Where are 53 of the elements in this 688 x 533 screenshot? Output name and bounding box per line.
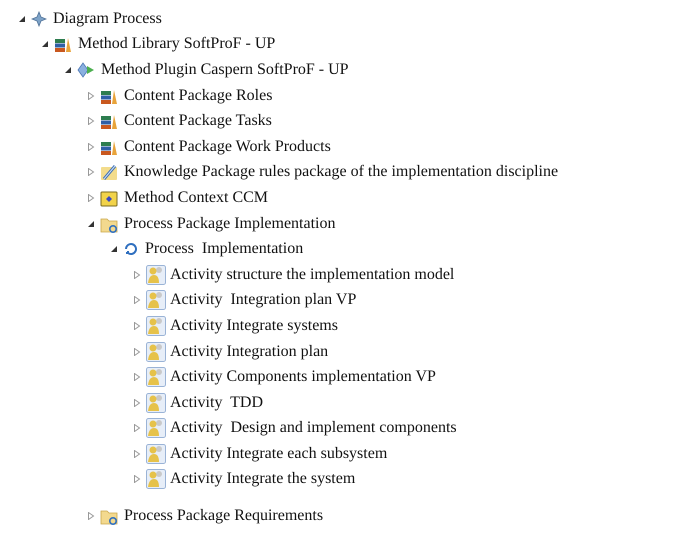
expand-arrow-icon[interactable] — [87, 168, 95, 176]
expand-arrow-icon[interactable] — [87, 512, 95, 520]
plugin-icon — [77, 60, 95, 79]
tree-item-label[interactable]: Activity Integrate each subsystem — [170, 444, 388, 463]
people-icon — [146, 367, 166, 388]
cycle-icon — [123, 241, 139, 258]
tree-item-label[interactable]: Activity structure the implementation model — [170, 266, 454, 284]
people-icon — [146, 392, 166, 413]
expand-arrow-icon[interactable] — [87, 194, 95, 202]
collapse-arrow-icon[interactable] — [87, 220, 95, 228]
tree-item-label[interactable]: Content Package Tasks — [124, 112, 272, 130]
people-icon — [146, 316, 166, 336]
tree-item-label[interactable]: Process Package Requirements — [124, 507, 324, 526]
tree-item-label[interactable]: Activity Integrate the system — [170, 470, 356, 488]
collapse-arrow-icon[interactable] — [18, 14, 26, 23]
people-icon — [146, 469, 166, 490]
tree-item-label[interactable]: Activity TDD — [170, 394, 264, 412]
context-folder-icon — [100, 188, 118, 207]
expand-arrow-icon[interactable] — [133, 348, 141, 356]
expand-arrow-icon[interactable] — [133, 398, 141, 407]
collapse-arrow-icon[interactable] — [64, 66, 72, 74]
collapse-arrow-icon[interactable] — [110, 245, 118, 254]
tree-item-label[interactable]: Content Package Roles — [124, 86, 272, 105]
people-icon — [146, 418, 166, 438]
tree-item-label[interactable]: Activity Integrate systems — [170, 316, 338, 335]
expand-arrow-icon[interactable] — [133, 450, 141, 458]
tree-item-label[interactable]: Knowledge Package rules package of the implementation discipline — [124, 163, 558, 182]
expand-arrow-icon[interactable] — [87, 142, 95, 151]
tree-item-label[interactable]: Process Implementation — [145, 240, 304, 258]
expand-arrow-icon[interactable] — [133, 424, 141, 432]
tree-item-label[interactable]: Activity Integration plan — [170, 342, 328, 361]
people-icon — [146, 290, 166, 310]
expand-arrow-icon[interactable] — [133, 373, 141, 382]
expand-arrow-icon[interactable] — [133, 296, 141, 304]
tree-item-label[interactable]: Method Library SoftProF - UP — [78, 35, 276, 54]
expand-arrow-icon[interactable] — [133, 475, 141, 484]
tree-item-label[interactable]: Diagram Process — [53, 10, 162, 28]
tree-item-label[interactable]: Process Package Implementation — [124, 214, 336, 233]
pencil-folder-icon — [100, 163, 118, 182]
expand-arrow-icon[interactable] — [133, 322, 141, 330]
people-icon — [146, 342, 166, 362]
people-icon — [146, 444, 166, 464]
tree-item-label[interactable]: Method Context CCM — [124, 188, 268, 207]
tree-item-label[interactable]: Method Plugin Caspern SoftProF - UP — [101, 60, 349, 79]
expand-arrow-icon[interactable] — [87, 92, 95, 100]
collapse-arrow-icon[interactable] — [41, 40, 49, 48]
tree-item-label[interactable]: Content Package Work Products — [124, 138, 331, 156]
tree-item-label[interactable]: Activity Components implementation VP — [170, 368, 436, 386]
people-icon — [146, 264, 166, 285]
expand-arrow-icon[interactable] — [87, 117, 95, 126]
expand-arrow-icon[interactable] — [133, 270, 141, 279]
tree-item-label[interactable]: Activity Integration plan VP — [170, 291, 356, 310]
tree-item-label[interactable]: Activity Design and implement components — [170, 419, 457, 438]
